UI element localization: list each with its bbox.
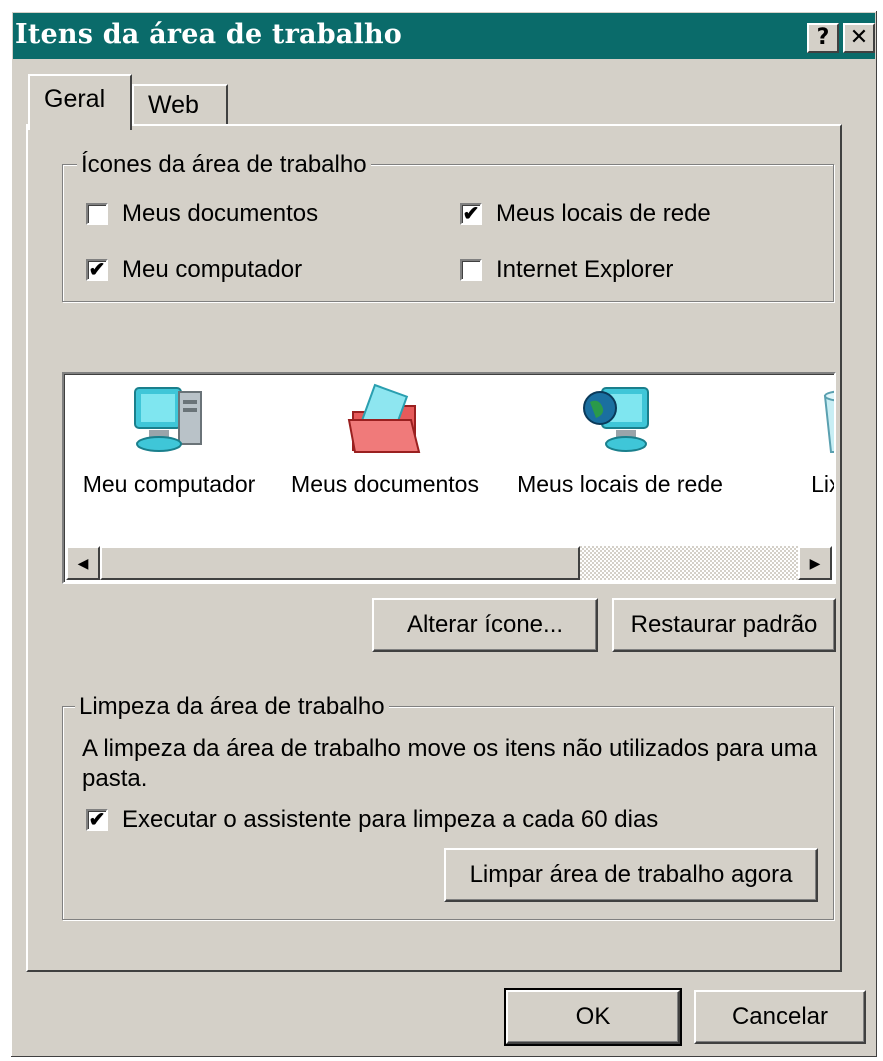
checkbox-label: Meu computador (122, 256, 303, 283)
checkbox-label: Internet Explorer (496, 256, 674, 283)
horizontal-scrollbar[interactable]: ◀ ▶ (66, 546, 832, 580)
restore-default-button[interactable]: Restaurar padrão (612, 598, 836, 652)
list-item-label: Meus locais de rede (517, 471, 723, 497)
ok-button[interactable]: OK (504, 988, 682, 1046)
help-button[interactable]: ? (807, 23, 839, 53)
checkbox-network-places[interactable]: ✔ Meus locais de rede (460, 200, 711, 228)
change-icon-button[interactable]: Alterar ícone... (372, 598, 598, 652)
desktop-icon-list[interactable]: Meu computador Meus documentos Meus loca… (62, 372, 836, 584)
tab-web[interactable]: Web (132, 84, 228, 126)
computer-icon (134, 387, 202, 452)
desktop-icons-group-label: Ícones da área de trabalho (77, 151, 371, 179)
list-item-network-places[interactable]: Meus locais de rede (510, 382, 730, 498)
clean-desktop-now-button[interactable]: Limpar área de trabalho agora (444, 848, 818, 902)
title-bar[interactable]: Itens da área de trabalho ? ✕ (13, 13, 875, 59)
documents-folder-icon (347, 383, 421, 453)
window-title: Itens da área de trabalho (15, 19, 402, 50)
checkbox-box[interactable] (460, 259, 482, 281)
close-button[interactable]: ✕ (843, 23, 875, 53)
tab-geral[interactable]: Geral (28, 74, 132, 130)
list-item-my-documents[interactable]: Meus documentos (280, 382, 490, 498)
checkbox-label: Meus documentos (122, 200, 319, 227)
checkbox-my-documents[interactable]: Meus documentos (86, 200, 318, 228)
recycle-bin-icon (823, 390, 834, 453)
cleanup-description: A limpeza da área de trabalho move os it… (82, 735, 818, 792)
list-item-label: Meu computador (82, 471, 256, 497)
checkbox-label: Meus locais de rede (496, 200, 711, 227)
network-places-icon (583, 387, 649, 452)
checkbox-box[interactable]: ✔ (460, 203, 482, 225)
checkbox-box[interactable]: ✔ (86, 809, 108, 831)
cancel-button[interactable]: Cancelar (694, 990, 866, 1044)
checkbox-my-computer[interactable]: ✔ Meu computador (86, 256, 302, 284)
list-item-recycle-bin[interactable]: Lixeira (740, 382, 834, 498)
desktop-cleanup-group-label: Limpeza da área de trabalho (75, 693, 389, 721)
checkbox-box[interactable] (86, 203, 108, 225)
checkbox-internet-explorer[interactable]: Internet Explorer (460, 256, 673, 284)
list-item-my-computer[interactable]: Meu computador (64, 382, 274, 498)
list-item-label: Meus documentos (291, 471, 479, 497)
checkbox-box[interactable]: ✔ (86, 259, 108, 281)
scroll-left-button[interactable]: ◀ (66, 546, 100, 580)
list-item-label: Lixeira (811, 471, 834, 497)
scroll-right-button[interactable]: ▶ (798, 546, 832, 580)
scroll-thumb[interactable] (100, 546, 580, 580)
checkbox-label: Executar o assistente para limpeza a cad… (122, 806, 659, 833)
checkbox-run-cleanup-wizard[interactable]: ✔ Executar o assistente para limpeza a c… (86, 806, 658, 834)
